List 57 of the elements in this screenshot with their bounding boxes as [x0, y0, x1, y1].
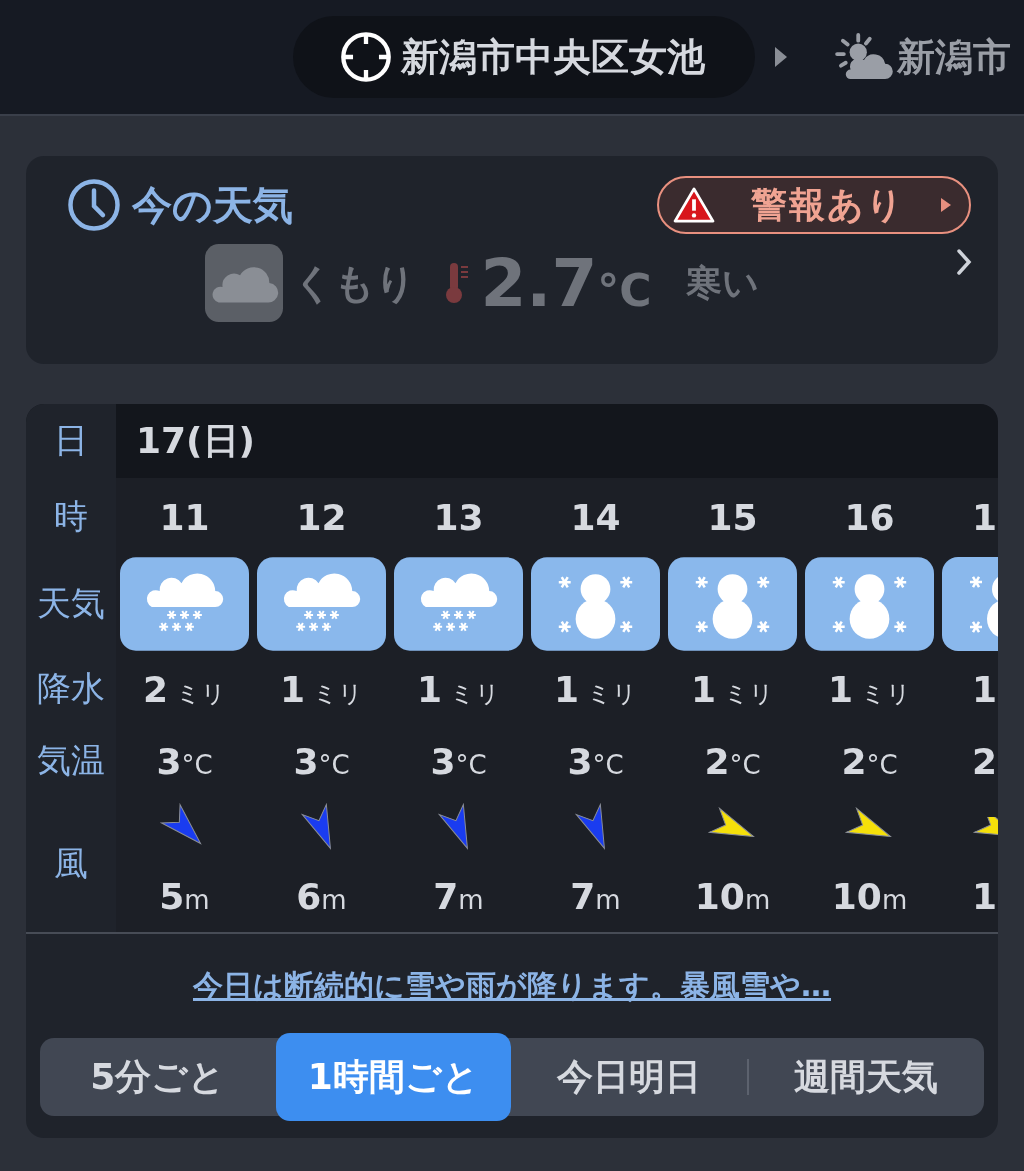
row-label: 気温 [26, 726, 116, 796]
hour-label: 14 [570, 496, 621, 538]
row-label: 時 [26, 478, 116, 556]
hour-label: 13 [433, 496, 484, 538]
location-tab[interactable]: 新潟市 [897, 31, 1011, 83]
wind-speed: 7m [433, 875, 484, 917]
precip-value: 2 ミリ [142, 668, 227, 710]
wind-speed: 7m [570, 875, 621, 917]
temperature-value: 3°C [156, 740, 213, 782]
thermometer-icon [444, 261, 471, 305]
row-label: 天気 [26, 556, 116, 652]
temperature-unit: °C [597, 264, 652, 316]
wind-speed: 1 [972, 875, 998, 917]
wind-speed: 10m [831, 875, 908, 917]
hour-label: 11 [159, 496, 210, 538]
cloud-icon [205, 244, 284, 322]
caret-icon [775, 47, 787, 67]
feel-text: 寒い [685, 260, 759, 305]
summary-link[interactable]: 今日は断続的に雪や雨が降ります。暴風雪や… [193, 966, 831, 1004]
condition-text: くもり [293, 258, 417, 308]
hour-label: 12 [296, 496, 347, 538]
precip-value: 1 [972, 668, 998, 710]
view-tab[interactable]: 週間天気 [748, 1038, 984, 1116]
hour-label: 1 [972, 496, 998, 538]
row-label: 降水 [26, 652, 116, 726]
view-tab[interactable]: 1時間ごと [275, 1033, 511, 1121]
temperature-value: 2 [972, 740, 998, 782]
warning-icon [673, 187, 715, 223]
precip-value: 1 ミリ [690, 668, 775, 710]
temperature-value: 3°C [567, 740, 624, 782]
temperature-value: 3°C [430, 740, 487, 782]
row-label: 日 [26, 404, 116, 478]
view-tab[interactable]: 5分ごと [40, 1038, 276, 1116]
hour-label: 16 [844, 496, 895, 538]
precip-value: 1 ミリ [553, 668, 638, 710]
temperature-value: 2°C [841, 740, 898, 782]
alert-button[interactable]: 警報あり [657, 176, 971, 234]
precip-value: 1 ミリ [416, 668, 501, 710]
precip-value: 1 ミリ [827, 668, 912, 710]
wind-speed: 5m [159, 875, 210, 917]
view-tab[interactable]: 今日明日 [511, 1038, 747, 1116]
temperature-value: 3°C [293, 740, 350, 782]
crosshair-icon [339, 30, 393, 84]
location-button[interactable]: 新潟市中央区女池 [293, 16, 755, 98]
hour-label: 15 [707, 496, 758, 538]
sun-cloud-icon [835, 33, 893, 81]
clock-icon [66, 177, 122, 233]
section-title: 今の天気 [132, 180, 293, 230]
wind-speed: 6m [296, 875, 347, 917]
precip-value: 1 ミリ [279, 668, 364, 710]
row-label: 風 [26, 796, 116, 932]
chevron-right-icon[interactable] [956, 248, 972, 276]
temperature-value: 2.7 [480, 244, 598, 322]
date-text: 17(日) [136, 418, 255, 463]
temperature-value: 2°C [704, 740, 761, 782]
wind-speed: 10m [694, 875, 771, 917]
caret-icon [941, 198, 951, 212]
